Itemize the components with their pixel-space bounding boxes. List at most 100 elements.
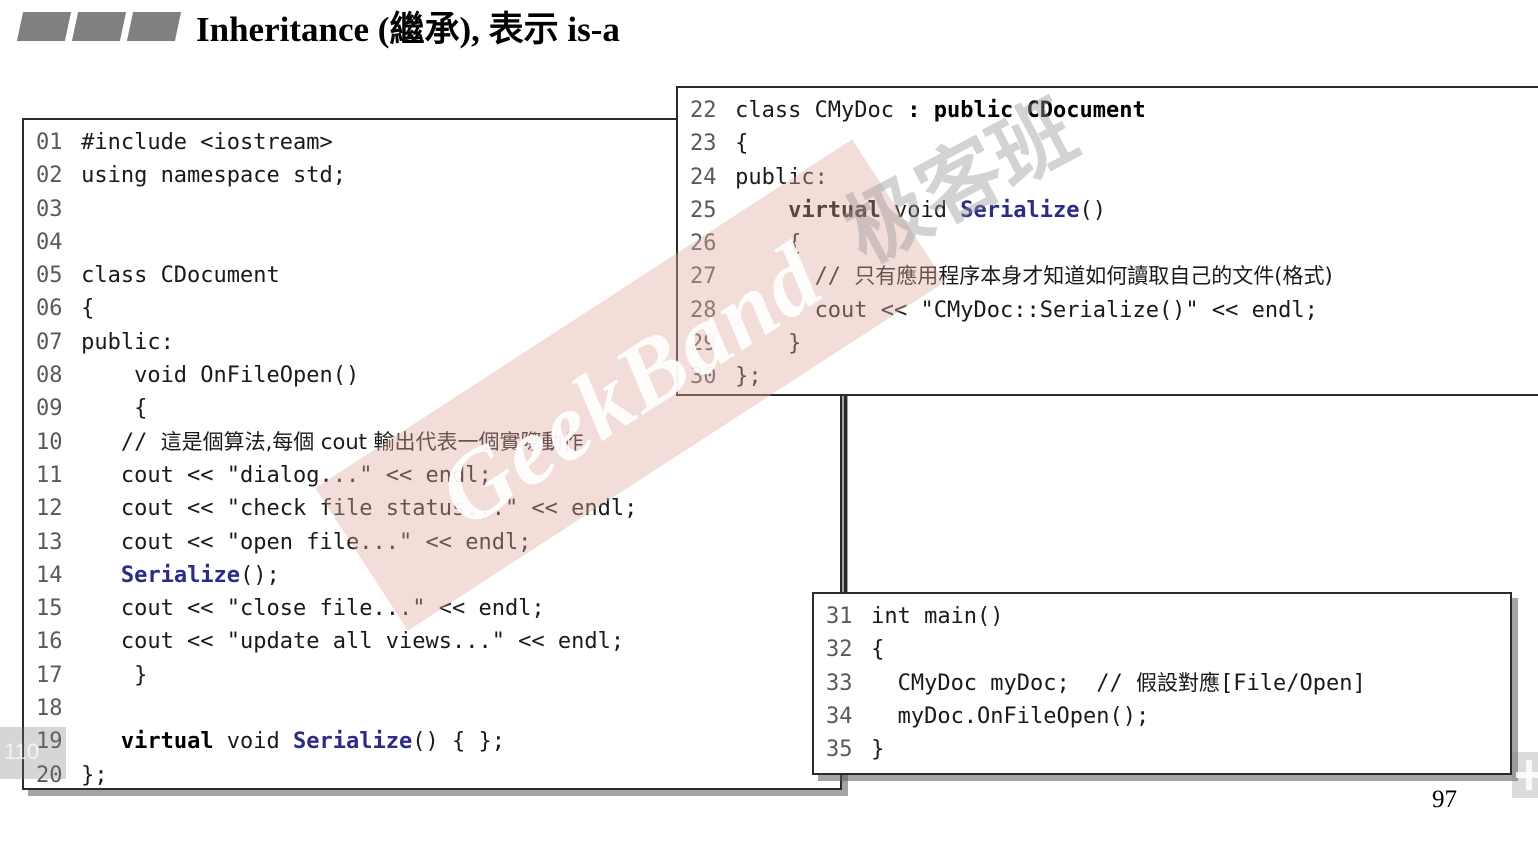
code-line: 17 } — [24, 659, 840, 692]
code-line-number: 15 — [36, 596, 63, 622]
code-text: void OnFileOpen() — [81, 363, 360, 389]
code-line: 31 int main() — [814, 600, 1510, 633]
code-text: class CMyDoc — [735, 98, 908, 123]
code-line: 20}; — [24, 759, 840, 788]
player-slide-counter-text: 110 — [4, 739, 40, 764]
code-text: // — [81, 429, 161, 455]
code-line: 13 cout << "open file..." << endl; — [24, 526, 840, 559]
code-line-number: 33 — [826, 670, 853, 696]
code-line: 34 myDoc.OnFileOpen(); — [814, 700, 1510, 733]
code-comment-cjk: 這是個算法,每個 cout 輸出代表一個實際動作 — [160, 429, 584, 454]
code-line-number: 16 — [36, 629, 63, 655]
code-text: cout << "check file status..." << endl; — [81, 496, 638, 522]
code-line-number: 12 — [36, 496, 63, 522]
code-line-number: 08 — [36, 363, 63, 389]
code-line-number: 31 — [826, 604, 853, 629]
code-keyword: virtual — [788, 197, 881, 223]
code-text: } — [871, 737, 885, 763]
code-text: { — [735, 131, 749, 157]
code-line-number: 18 — [36, 696, 63, 722]
code-text: #include <iostream> — [81, 130, 333, 155]
code-text: } — [735, 331, 802, 357]
code-line-number: 11 — [36, 462, 63, 488]
code-text: () { }; — [412, 729, 505, 755]
code-line-number: 30 — [690, 364, 717, 390]
code-text: { — [81, 296, 95, 322]
code-line: 26 { — [678, 227, 1538, 260]
code-line-number: 09 — [36, 396, 63, 422]
code-line: 11 cout << "dialog..." << endl; — [24, 459, 840, 492]
code-text: (); — [240, 562, 280, 588]
code-function-name: Serialize — [293, 729, 413, 755]
code-text: }; — [81, 762, 108, 788]
title-mark-icon — [126, 12, 182, 41]
code-text: myDoc.OnFileOpen(); — [871, 703, 1150, 729]
code-line-number: 32 — [826, 637, 853, 663]
code-line: 35} — [814, 733, 1510, 766]
code-function-name: Serialize — [120, 562, 241, 588]
code-line-number: 14 — [36, 562, 63, 588]
code-text: }; — [735, 364, 762, 390]
code-function-name: Serialize — [960, 197, 1080, 223]
code-text: { — [81, 396, 148, 422]
code-block-main-function: 31 int main() 32 {33 CMyDoc myDoc; // 假設對應[… — [812, 592, 1512, 775]
code-line: 25 virtual void Serialize() — [678, 194, 1538, 227]
code-line-number: 22 — [690, 98, 717, 123]
code-text: cout << "CMyDoc::Serialize()" << endl; — [735, 297, 1318, 323]
code-text: public: — [735, 164, 828, 190]
code-text: [File/Open] — [1220, 670, 1366, 696]
code-line-number: 06 — [36, 296, 63, 322]
code-text: cout << "close file..." << endl; — [81, 596, 545, 622]
code-line-number: 03 — [36, 196, 63, 222]
code-comment-cjk: 只有應用程序本身才知道如何讀取自己的文件(格式) — [854, 264, 1333, 289]
code-line: 30}; — [678, 360, 1538, 393]
code-line: 10 // 這是個算法,每個 cout 輸出代表一個實際動作 — [24, 426, 840, 459]
code-line: 22 class CMyDoc : public CDocument — [678, 94, 1538, 127]
code-text: { — [871, 637, 885, 663]
code-text: () — [1079, 197, 1107, 223]
title-decoration-marks — [14, 12, 182, 42]
code-line-number: 26 — [690, 231, 717, 257]
code-text: } — [81, 662, 148, 688]
code-text: cout << "dialog..." << endl; — [81, 462, 492, 488]
code-line: 24 public: — [678, 161, 1538, 194]
code-text: using namespace std; — [81, 163, 346, 189]
code-keyword: virtual — [120, 729, 214, 755]
code-line-number: 28 — [690, 297, 717, 323]
code-line-number: 02 — [36, 163, 63, 189]
code-line-number: 10 — [36, 429, 63, 455]
code-line-number: 07 — [36, 329, 63, 355]
player-slide-counter-overlay[interactable]: 110 — [0, 727, 66, 779]
code-line-number: 17 — [36, 662, 63, 688]
page-number: 97 — [1432, 786, 1457, 813]
code-line: 14 Serialize(); — [24, 559, 840, 592]
code-line: 28 cout << "CMyDoc::Serialize()" << endl… — [678, 294, 1538, 327]
code-line-number: 13 — [36, 529, 63, 555]
code-line: 15 cout << "close file..." << endl; — [24, 592, 840, 625]
code-line: 23 { — [678, 127, 1538, 160]
code-line-number: 23 — [690, 131, 717, 157]
code-line: 19 virtual void Serialize() { }; — [24, 725, 840, 758]
code-line: 12 cout << "check file status..." << end… — [24, 492, 840, 525]
code-line-number: 29 — [690, 331, 717, 357]
code-block-derived-class: 22 class CMyDoc : public CDocument 23 {24 pu… — [676, 86, 1538, 396]
code-line-number: 05 — [36, 263, 63, 289]
slide-title-bar: Inheritance (繼承), 表示 is-a — [0, 0, 1538, 68]
plus-icon[interactable] — [1512, 752, 1538, 798]
code-keyword: : public CDocument — [907, 98, 1146, 123]
code-line: 18 — [24, 692, 840, 725]
title-mark-icon — [16, 12, 72, 41]
code-line: 16 cout << "update all views..." << endl… — [24, 625, 840, 658]
code-line-number: 34 — [826, 703, 853, 729]
code-line-number: 27 — [690, 264, 717, 290]
page-title: Inheritance (繼承), 表示 is-a — [196, 10, 620, 49]
title-mark-icon — [71, 12, 127, 41]
code-comment-cjk: 假設對應 — [1136, 670, 1220, 695]
code-text: public: — [81, 329, 174, 355]
code-line: 27 // 只有應用程序本身才知道如何讀取自己的文件(格式) — [678, 260, 1538, 293]
code-text: CMyDoc myDoc; // — [871, 670, 1136, 696]
plus-icon-horizontal-stroke — [1516, 772, 1538, 778]
